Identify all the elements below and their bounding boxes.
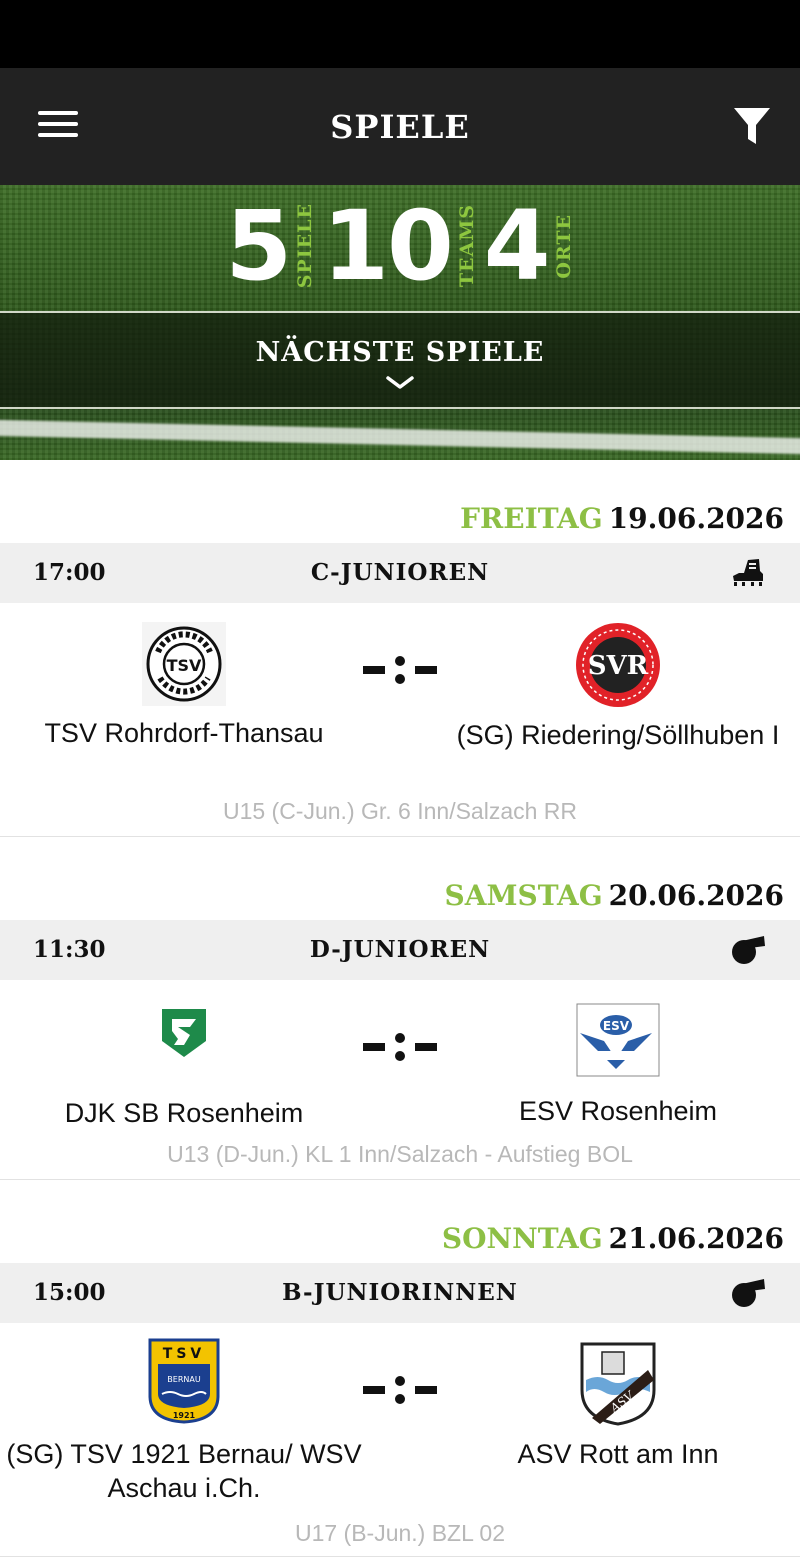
whistle-icon bbox=[732, 936, 765, 964]
away-team[interactable]: ASV ASV Rott am Inn bbox=[428, 1340, 800, 1510]
stat-locations-value: 4 bbox=[483, 190, 551, 302]
league-name: U17 (B-Jun.) BZL 02 bbox=[294, 1520, 506, 1546]
weekday-label: SAMSTAG bbox=[444, 879, 603, 912]
home-team[interactable]: DJK SB Rosenheim bbox=[0, 1005, 374, 1155]
boot-cleat-icon bbox=[733, 559, 763, 586]
home-team[interactable]: TSV BERNAU 1921 (SG) TSV 1921 Bernau/ WS… bbox=[0, 1338, 374, 1508]
stat-teams-value: 10 bbox=[322, 190, 454, 302]
weekday-label: SONNTAG bbox=[441, 1222, 603, 1255]
next-games-label: NÄCHSTE SPIELE bbox=[255, 337, 545, 368]
away-team[interactable]: SVR (SG) Riedering/Söllhuben I bbox=[428, 622, 800, 782]
league-name: U15 (C-Jun.) Gr. 6 Inn/Salzach RR bbox=[222, 798, 578, 824]
age-class: B-JUNIORINNEN bbox=[282, 1279, 518, 1306]
day-section: SONNTAG 21.06.2026 15:00 B-JUNIORINNEN TS… bbox=[0, 1180, 800, 1560]
stat-games-label: SPIELE bbox=[294, 203, 317, 289]
stat-games-value: 5 bbox=[225, 190, 292, 302]
stat-locations[interactable]: 4 ORTE bbox=[484, 198, 575, 294]
away-team-name: ASV Rott am Inn bbox=[517, 1439, 719, 1469]
date-heading: SONNTAG 21.06.2026 bbox=[442, 1222, 784, 1255]
stats-row: 5 SPIELE 10 TEAMS 4 ORTE bbox=[0, 185, 800, 307]
club-logo: TSV bbox=[142, 622, 226, 706]
svg-text:ESV: ESV bbox=[603, 1019, 630, 1033]
svg-text:1921: 1921 bbox=[173, 1411, 196, 1420]
divider bbox=[0, 1556, 800, 1557]
next-games-toggle[interactable]: NÄCHSTE SPIELE bbox=[0, 311, 800, 409]
away-team-name: (SG) Riedering/Söllhuben I bbox=[456, 720, 780, 750]
day-section: SAMSTAG 20.06.2026 11:30 D-JUNIOREN DJK S… bbox=[0, 837, 800, 1182]
page-title: SPIELE bbox=[330, 107, 470, 146]
hamburger-menu-icon[interactable] bbox=[38, 111, 78, 141]
league-name: U13 (D-Jun.) KL 1 Inn/Salzach - Aufstieg… bbox=[167, 1141, 633, 1167]
home-team-name: TSV Rohrdorf-Thansau bbox=[44, 718, 324, 748]
match-header: 11:30 D-JUNIOREN bbox=[0, 920, 800, 980]
date-label: 21.06.2026 bbox=[608, 1222, 784, 1255]
field-line bbox=[0, 419, 800, 455]
chevron-down-icon[interactable] bbox=[386, 375, 414, 391]
stat-teams[interactable]: 10 TEAMS bbox=[322, 198, 478, 294]
age-class: D-JUNIOREN bbox=[309, 936, 491, 963]
stats-hero: 5 SPIELE 10 TEAMS 4 ORTE NÄCHSTE SPIELE bbox=[0, 185, 800, 460]
status-bar bbox=[0, 0, 800, 68]
svg-text:SVR: SVR bbox=[588, 651, 649, 681]
match-header: 15:00 B-JUNIORINNEN bbox=[0, 1263, 800, 1323]
stat-games[interactable]: 5 SPIELE bbox=[225, 198, 316, 294]
stat-teams-label: TEAMS bbox=[455, 204, 478, 288]
club-logo: TSV BERNAU 1921 bbox=[148, 1338, 220, 1424]
match-header: 17:00 C-JUNIOREN bbox=[0, 543, 800, 603]
stat-locations-label: ORTE bbox=[552, 213, 575, 279]
club-logo bbox=[162, 1009, 206, 1057]
svg-text:TSV: TSV bbox=[163, 1346, 205, 1362]
date-heading: SAMSTAG 20.06.2026 bbox=[445, 879, 784, 912]
filter-funnel-icon[interactable] bbox=[733, 106, 771, 146]
date-heading: FREITAG 19.06.2026 bbox=[460, 502, 784, 535]
club-logo: ASV bbox=[580, 1342, 656, 1426]
club-logo: ESV bbox=[576, 1003, 660, 1077]
away-team[interactable]: ESV ESV Rosenheim bbox=[428, 1003, 800, 1153]
home-team-name: (SG) TSV 1921 Bernau/ WSV Aschau i.Ch. bbox=[6, 1439, 362, 1503]
day-section: FREITAG 19.06.2026 17:00 C-JUNIOREN TSV T… bbox=[0, 460, 800, 840]
svg-text:BERNAU: BERNAU bbox=[167, 1375, 201, 1384]
home-team-name: DJK SB Rosenheim bbox=[64, 1098, 304, 1128]
whistle-icon bbox=[732, 1279, 765, 1307]
date-label: 20.06.2026 bbox=[608, 879, 784, 912]
date-label: 19.06.2026 bbox=[608, 502, 784, 535]
club-logo: SVR bbox=[576, 623, 660, 707]
age-class: C-JUNIOREN bbox=[310, 559, 490, 586]
app-bar: SPIELE bbox=[0, 68, 800, 185]
away-team-name: ESV Rosenheim bbox=[518, 1096, 718, 1126]
svg-text:TSV: TSV bbox=[167, 656, 202, 675]
weekday-label: FREITAG bbox=[460, 502, 603, 535]
home-team[interactable]: TSV TSV Rohrdorf-Thansau bbox=[0, 622, 374, 782]
